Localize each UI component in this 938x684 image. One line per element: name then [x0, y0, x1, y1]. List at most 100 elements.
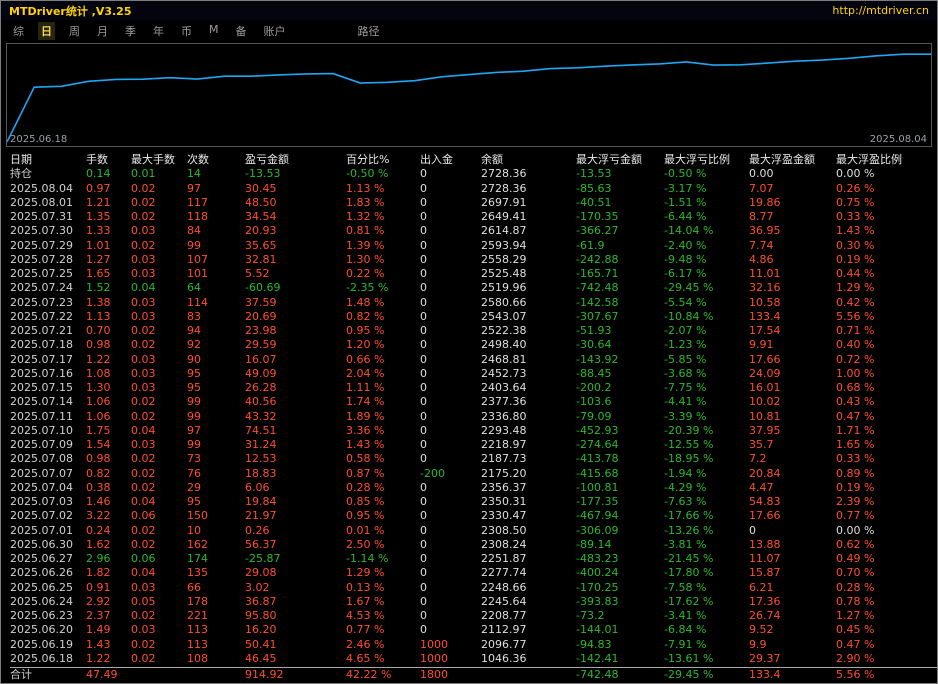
chart-start-date: 2025.06.18	[10, 134, 68, 145]
table-row[interactable]: 2025.06.23 2.37 0.02 221 95.80 4.53 % 0 2208.77…	[10, 609, 937, 623]
menu-tab-2[interactable]: 周	[66, 22, 83, 40]
table-cell: 1.13 %	[346, 181, 385, 195]
table-cell: 0.45 %	[836, 623, 875, 637]
table-cell: 0.77 %	[346, 623, 385, 637]
table-row[interactable]: 2025.07.03 1.46 0.04 95 19.84 0.85 % 0 2350.31 -…	[10, 495, 937, 509]
table-row[interactable]: 2025.07.23 1.38 0.03 114 37.59 1.48 % 0 2580.66…	[10, 296, 937, 310]
table-cell: 6.21	[749, 580, 774, 594]
table-cell: 1.29 %	[346, 566, 385, 580]
table-cell: -12.55 %	[664, 438, 714, 451]
table-row[interactable]: 2025.06.27 2.96 0.06 174 -25.87 -1.14 % 0 2251.…	[10, 552, 937, 566]
table-cell: 114	[187, 295, 208, 309]
table-cell: 2.46 %	[346, 637, 385, 651]
table-cell: 0	[420, 594, 427, 608]
table-cell: 2025.07.03	[10, 495, 73, 508]
table-cell: 0	[420, 295, 427, 309]
table-cell: 47.49	[86, 668, 118, 681]
table-row[interactable]: 2025.07.01 0.24 0.02 10 0.26 0.01 % 0 2308.50 -3…	[10, 524, 937, 538]
table-cell: 1000	[420, 637, 448, 651]
table-cell: 99	[187, 238, 201, 252]
table-row[interactable]: 2025.07.22 1.13 0.03 83 20.69 0.82 % 0 2543.07 -…	[10, 310, 937, 324]
table-row[interactable]: 2025.06.26 1.82 0.04 135 29.08 1.29 % 0 2277.74…	[10, 566, 937, 580]
menu-tab-8[interactable]: 备	[233, 22, 250, 40]
table-cell: 10.58	[749, 295, 781, 309]
table-cell: 2025.07.25	[10, 267, 73, 280]
table-cell: 1.71 %	[836, 423, 875, 437]
table-cell: 0.00 %	[836, 167, 875, 181]
table-row[interactable]: 2025.07.08 0.98 0.02 73 12.53 0.58 % 0 2187.73 -…	[10, 452, 937, 466]
table-cell: 19.86	[749, 195, 781, 209]
website-link[interactable]: http://mtdriver.cn	[832, 4, 929, 17]
table-cell: 2025.07.22	[10, 309, 73, 323]
table-row[interactable]: 2025.06.25 0.91 0.03 66 3.02 0.13 % 0 2248.66 -1…	[10, 581, 937, 595]
table-cell: 0.82	[86, 466, 111, 480]
table-row[interactable]: 2025.07.24 1.52 0.04 64 -60.69 -2.35 % 0 2519.9…	[10, 281, 937, 295]
menu-tab-6[interactable]: 币	[178, 22, 195, 40]
table-row[interactable]: 2025.07.29 1.01 0.02 99 35.65 1.39 % 0 2593.94 -…	[10, 239, 937, 253]
table-row[interactable]: 2025.06.20 1.49 0.03 113 16.20 0.77 % 0 2112.97…	[10, 623, 937, 637]
table-cell: 2218.97	[481, 438, 527, 451]
table-row[interactable]: 2025.07.30 1.33 0.03 84 20.93 0.81 % 0 2614.87 -…	[10, 224, 937, 238]
table-cell: 1.49	[86, 623, 111, 637]
table-cell: 56.37	[245, 537, 277, 551]
table-cell: 162	[187, 537, 208, 551]
table-cell: -5.85 %	[664, 352, 707, 366]
table-row[interactable]: 2025.08.01 1.21 0.02 117 48.50 1.83 % 0 2697.91…	[10, 196, 937, 210]
table-row[interactable]: 2025.07.02 3.22 0.06 150 21.97 0.95 % 0 2330.47…	[10, 509, 937, 523]
table-cell: -13.53	[245, 167, 281, 181]
table-cell: 1.13	[86, 309, 111, 323]
table-cell: 17.66	[749, 509, 781, 523]
table-cell: 0.49 %	[836, 552, 875, 565]
table-row[interactable]: 2025.07.09 1.54 0.03 99 31.24 1.43 % 0 2218.97 -…	[10, 438, 937, 452]
table-row[interactable]: 2025.06.30 1.62 0.02 162 56.37 2.50 % 0 2308.24…	[10, 538, 937, 552]
menu-tab-1[interactable]: 日	[38, 22, 55, 40]
table-cell: 10.02	[749, 395, 781, 409]
table-row[interactable]: 2025.07.28 1.27 0.03 107 32.81 1.30 % 0 2558.29…	[10, 253, 937, 267]
table-row[interactable]: 2025.07.14 1.06 0.02 99 40.56 1.74 % 0 2377.36 -…	[10, 395, 937, 409]
table-row[interactable]: 2025.06.19 1.43 0.02 113 50.41 2.46 % 1000 2096…	[10, 638, 937, 652]
menu-tab-7[interactable]: M	[206, 22, 222, 40]
table-cell: -3.68 %	[664, 366, 707, 380]
table-cell: 4.86	[749, 252, 774, 266]
menu-tab-3[interactable]: 月	[94, 22, 111, 40]
stats-table: 日期 手数 最大手数 次数 盈亏金额 百分比% 出入金 余额 最大浮亏金额 最大浮亏比例 最大浮盈金…	[1, 149, 937, 683]
table-cell: 3.36 %	[346, 423, 385, 437]
table-cell: 3.02	[245, 580, 270, 594]
table-row[interactable]: 持仓 0.14 0.01 14 -13.53 -0.50 % 0 2728.36 -13.53 -…	[10, 167, 937, 181]
table-cell: 16.01	[749, 381, 781, 394]
table-cell: 1000	[420, 651, 448, 665]
table-cell: 0.77 %	[836, 509, 875, 523]
table-cell: -17.66 %	[664, 509, 714, 523]
table-row[interactable]: 2025.08.04 0.97 0.02 97 30.45 1.13 % 0 2728.36 -…	[10, 182, 937, 196]
table-cell: 0.19 %	[836, 480, 875, 494]
table-row[interactable]: 2025.06.24 2.92 0.05 178 36.87 1.67 % 0 2245.64…	[10, 595, 937, 609]
table-cell: 12.53	[245, 452, 277, 466]
table-cell: 2.04 %	[346, 366, 385, 380]
table-row[interactable]: 2025.07.15 1.30 0.03 95 26.28 1.11 % 0 2403.64 -…	[10, 381, 937, 395]
table-cell: 92	[187, 338, 201, 352]
table-cell: 2580.66	[481, 295, 527, 309]
table-row[interactable]: 2025.07.21 0.70 0.02 94 23.98 0.95 % 0 2522.38 -…	[10, 324, 937, 338]
table-row[interactable]: 2025.07.18 0.98 0.02 92 29.59 1.20 % 0 2498.40 -…	[10, 338, 937, 352]
table-cell: 35.7	[749, 438, 774, 451]
table-cell: 1.38	[86, 295, 111, 309]
table-row[interactable]: 2025.07.10 1.75 0.04 97 74.51 3.36 % 0 2293.48 -…	[10, 424, 937, 438]
table-row[interactable]: 2025.07.04 0.38 0.02 29 6.06 0.28 % 0 2356.37 -1…	[10, 481, 937, 495]
table-cell: -17.62 %	[664, 594, 714, 608]
table-row[interactable]: 2025.06.18 1.22 0.02 108 46.45 4.65 % 1000 1046…	[10, 652, 937, 666]
table-cell: 9.9	[749, 637, 767, 651]
table-row[interactable]: 2025.07.17 1.22 0.03 90 16.07 0.66 % 0 2468.81 -…	[10, 353, 937, 367]
table-row[interactable]: 2025.07.07 0.82 0.02 76 18.83 0.87 % -200 2175.…	[10, 467, 937, 481]
menu-tab-5[interactable]: 年	[150, 22, 167, 40]
table-cell: -7.91 %	[664, 637, 707, 651]
table-cell: 37.95	[749, 423, 781, 437]
table-row[interactable]: 2025.07.16 1.08 0.03 95 49.09 2.04 % 0 2452.73 -…	[10, 367, 937, 381]
menu-tab-9[interactable]: 账户	[261, 22, 289, 40]
menu-tab-0[interactable]: 综	[10, 22, 27, 40]
table-row[interactable]: 2025.07.31 1.35 0.02 118 34.54 1.32 % 0 2649.41…	[10, 210, 937, 224]
menu-tab-4[interactable]: 季	[122, 22, 139, 40]
table-row[interactable]: 2025.07.11 1.06 0.02 99 43.32 1.89 % 0 2336.80 -…	[10, 410, 937, 424]
table-cell: 0.75 %	[836, 195, 875, 209]
table-row[interactable]: 2025.07.25 1.65 0.03 101 5.52 0.22 % 0 2525.48 -…	[10, 267, 937, 281]
path-button[interactable]: 路径	[358, 23, 380, 39]
